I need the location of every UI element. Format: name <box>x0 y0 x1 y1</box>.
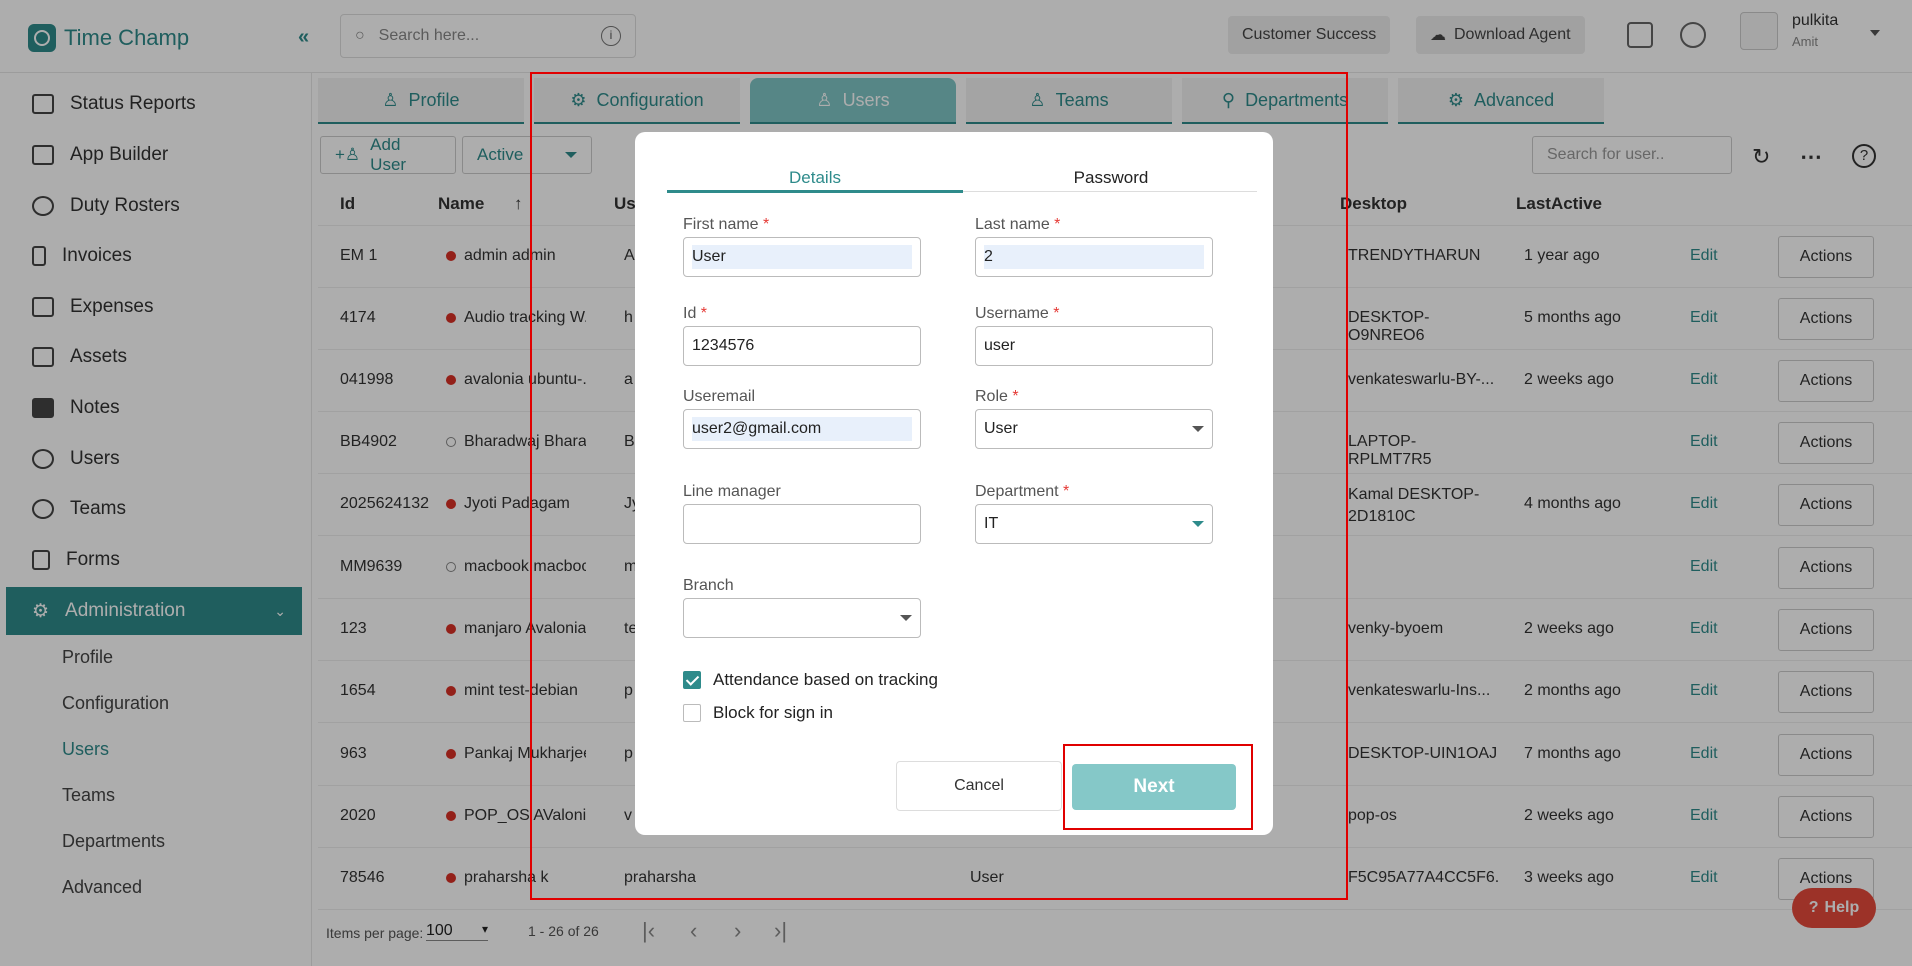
username-field[interactable]: user <box>975 326 1213 366</box>
block-signin-label: Block for sign in <box>713 703 833 722</box>
chevron-down-icon <box>1192 426 1204 432</box>
block-signin-checkbox[interactable]: Block for sign in <box>683 703 833 723</box>
attendance-checkbox[interactable]: Attendance based on tracking <box>683 670 938 690</box>
required-marker: * <box>1063 483 1070 500</box>
id-label: Id * <box>683 305 707 323</box>
required-marker: * <box>1012 388 1019 405</box>
tab-password[interactable]: Password <box>963 168 1259 188</box>
dialog-tabs: Details Password <box>667 152 1259 193</box>
label-text: Username <box>975 305 1049 322</box>
last-name-field[interactable]: 2 <box>975 237 1213 277</box>
checkbox-checked-icon <box>683 671 701 689</box>
label-text: Id <box>683 305 697 322</box>
label-text: First name <box>683 216 759 233</box>
department-select[interactable]: IT <box>975 504 1213 544</box>
role-label: Role * <box>975 388 1019 406</box>
chevron-down-icon <box>1192 521 1204 527</box>
role-value: User <box>984 420 1018 437</box>
label-text: Role <box>975 388 1008 405</box>
last-name-value: 2 <box>984 245 1204 269</box>
id-value: 1234576 <box>692 337 755 354</box>
tab-details[interactable]: Details <box>667 168 963 188</box>
chevron-down-icon <box>900 615 912 621</box>
first-name-value: User <box>692 245 912 269</box>
required-marker: * <box>700 305 708 322</box>
required-marker: * <box>763 216 770 233</box>
useremail-value: user2@gmail.com <box>692 417 912 441</box>
line-manager-label: Line manager <box>683 483 781 500</box>
department-value: IT <box>984 515 999 532</box>
cancel-button[interactable]: Cancel <box>896 761 1062 811</box>
first-name-label: First name * <box>683 216 769 234</box>
branch-select[interactable] <box>683 598 921 638</box>
required-marker: * <box>1053 305 1060 322</box>
checkbox-unchecked-icon <box>683 704 701 722</box>
first-name-field[interactable]: User <box>683 237 921 277</box>
useremail-field[interactable]: user2@gmail.com <box>683 409 921 449</box>
highlight-box-next <box>1063 744 1253 830</box>
role-select[interactable]: User <box>975 409 1213 449</box>
branch-label: Branch <box>683 577 734 594</box>
department-label: Department * <box>975 483 1069 501</box>
label-text: Last name <box>975 216 1050 233</box>
add-user-dialog: Details Password First name * User Last … <box>635 132 1273 835</box>
username-value: user <box>984 337 1016 354</box>
line-manager-field[interactable] <box>683 504 921 544</box>
username-label: Username * <box>975 305 1060 323</box>
attendance-label: Attendance based on tracking <box>713 670 938 689</box>
id-field[interactable]: 1234576 <box>683 326 921 366</box>
last-name-label: Last name * <box>975 216 1060 234</box>
useremail-label: Useremail <box>683 388 756 405</box>
label-text: Department <box>975 483 1059 500</box>
required-marker: * <box>1054 216 1061 233</box>
active-tab-indicator <box>667 190 963 193</box>
